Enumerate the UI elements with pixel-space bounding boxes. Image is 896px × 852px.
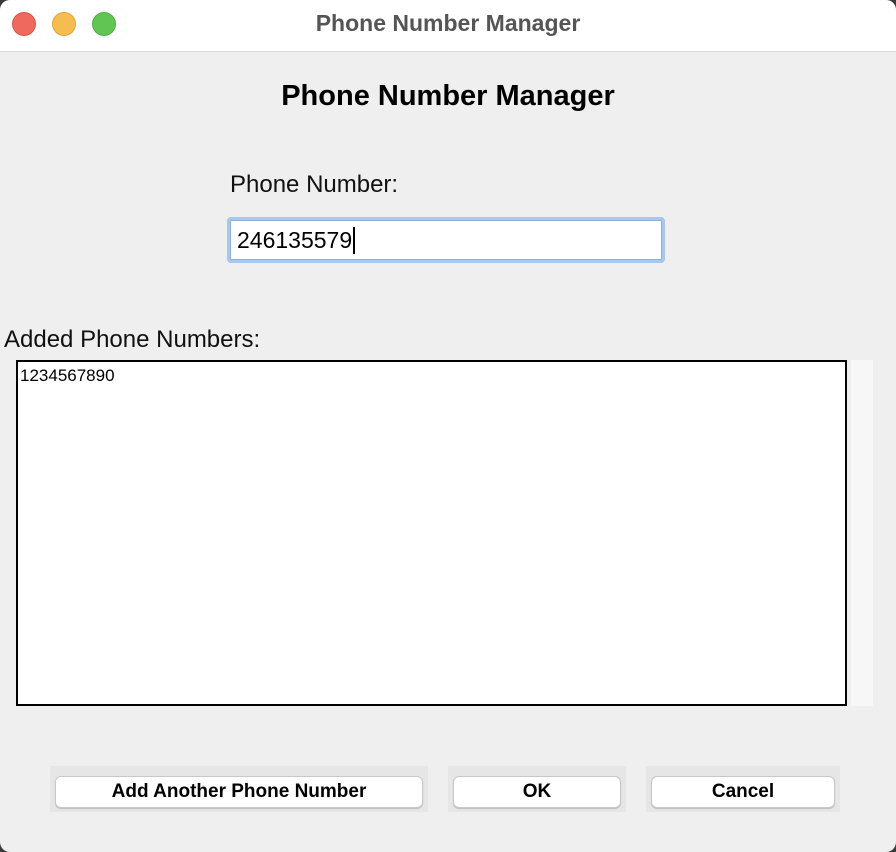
added-numbers-label: Added Phone Numbers: (4, 326, 261, 353)
phone-number-list[interactable]: 1234567890 (16, 360, 847, 706)
text-caret (353, 226, 356, 254)
window-title: Phone Number Manager (315, 10, 581, 36)
phone-number-field-focus-ring: 246135579 (227, 217, 665, 263)
cancel-button[interactable]: Cancel (651, 776, 835, 808)
app-window: Phone Number Manager Phone Number Manage… (0, 0, 896, 852)
page-heading: Phone Number Manager (281, 80, 615, 112)
title-bar[interactable]: Phone Number Manager (0, 0, 896, 52)
list-item[interactable]: 1234567890 (20, 366, 115, 386)
ok-button[interactable]: OK (453, 776, 621, 808)
list-scrollbar[interactable] (851, 360, 873, 706)
phone-number-input-value: 246135579 (237, 226, 353, 253)
phone-number-label: Phone Number: (230, 171, 399, 198)
add-another-phone-number-button[interactable]: Add Another Phone Number (55, 776, 423, 808)
phone-number-input[interactable]: 246135579 (230, 220, 662, 260)
